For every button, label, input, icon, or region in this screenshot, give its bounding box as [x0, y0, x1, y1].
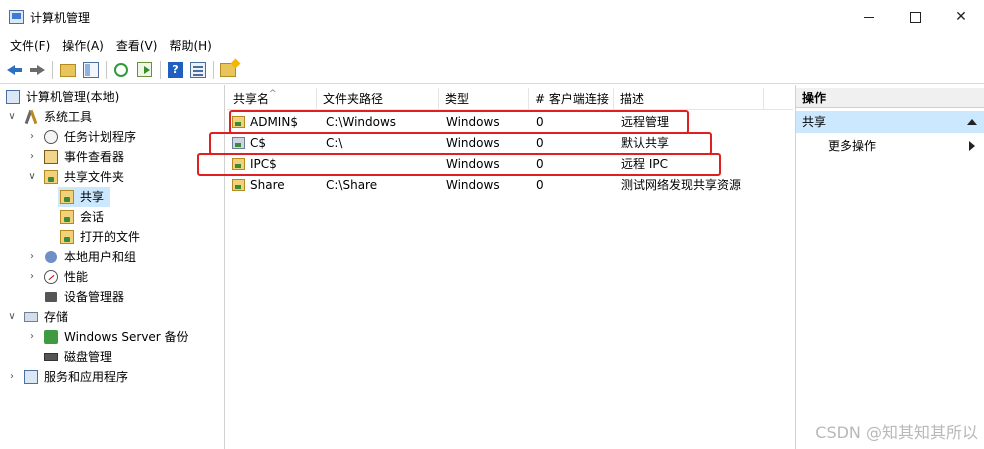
tree-item-shared-folders[interactable]: ∨ 共享文件夹 [4, 167, 219, 187]
list-header: 共享名 ^ 文件夹路径 类型 # 客户端连接 描述 [227, 88, 793, 110]
chevron-down-icon[interactable]: ∨ [26, 167, 38, 187]
chevron-right-icon[interactable]: › [26, 127, 38, 147]
sort-ascending-icon: ^ [269, 89, 277, 99]
title-bar: 计算机管理 ✕ [0, 0, 984, 34]
tree-item-device-manager[interactable]: 设备管理器 [4, 287, 219, 307]
services-icon [24, 370, 38, 384]
shared-folder-icon [44, 170, 58, 184]
share-name: Share [250, 178, 285, 192]
chevron-right-icon[interactable]: › [26, 147, 38, 167]
chevron-right-icon[interactable]: › [26, 327, 38, 347]
column-client-connections[interactable]: # 客户端连接 [529, 88, 614, 110]
computer-icon [6, 90, 20, 104]
tree-item-system-tools[interactable]: ∨ 系统工具 [4, 107, 219, 127]
computer-management-icon [9, 10, 24, 24]
tree-item-sessions[interactable]: 会话 [58, 207, 208, 227]
shares-list: 共享名 ^ 文件夹路径 类型 # 客户端连接 描述 ADMIN$ C:\Wind… [197, 85, 793, 449]
tree-item-disk-management[interactable]: 磁盘管理 [4, 347, 219, 367]
chevron-down-icon[interactable]: ∨ [6, 107, 18, 127]
chevron-right-icon[interactable]: › [26, 247, 38, 267]
tree-item-services-applications[interactable]: › 服务和应用程序 [4, 367, 219, 387]
export-list-icon[interactable] [137, 62, 152, 77]
menu-file[interactable]: 文件(F) [4, 34, 56, 56]
help-icon[interactable]: ? [168, 62, 183, 78]
show-hide-tree-icon[interactable] [83, 62, 99, 78]
highlight-box-ipc [197, 153, 721, 176]
event-viewer-icon [44, 150, 58, 164]
refresh-icon[interactable] [114, 63, 128, 77]
column-folder-path[interactable]: 文件夹路径 [317, 88, 439, 110]
back-arrow-icon[interactable] [5, 60, 25, 80]
toolbar-separator [106, 61, 107, 79]
share-description: 测试网络发现共享资源 [621, 178, 742, 192]
share-icon [60, 190, 74, 204]
tree-item-windows-server-backup[interactable]: › Windows Server 备份 [4, 327, 219, 347]
chevron-right-icon[interactable]: › [26, 267, 38, 287]
toolbar-separator [213, 61, 214, 79]
tree-item-storage[interactable]: ∨ 存储 [4, 307, 219, 327]
window-title: 计算机管理 [30, 11, 91, 25]
tree-item-event-viewer[interactable]: › 事件查看器 [4, 147, 219, 167]
actions-pane: 操作 共享 更多操作 [795, 85, 984, 449]
forward-arrow-icon[interactable] [27, 60, 47, 80]
chevron-down-icon[interactable]: ∨ [6, 307, 18, 327]
toolbar-separator [52, 61, 53, 79]
share-type: Windows [446, 178, 500, 192]
menu-action[interactable]: 操作(A) [56, 34, 110, 56]
disk-management-icon [44, 353, 58, 361]
highlight-box-c-drive [209, 132, 712, 155]
users-icon [45, 251, 57, 263]
properties-icon[interactable] [190, 62, 206, 78]
toolbar-separator [160, 61, 161, 79]
up-level-icon[interactable] [60, 64, 76, 77]
menu-bar: 文件(F) 操作(A) 查看(V) 帮助(H) [0, 34, 984, 56]
watermark: CSDN @知其知其所以 [815, 423, 978, 442]
performance-icon [44, 270, 58, 284]
maximize-button[interactable] [892, 0, 938, 34]
device-manager-icon [45, 292, 57, 302]
sessions-icon [60, 210, 74, 224]
chevron-right-icon[interactable]: › [6, 367, 18, 387]
clock-icon [44, 130, 58, 144]
submenu-arrow-icon [969, 141, 975, 151]
menu-help[interactable]: 帮助(H) [163, 34, 217, 56]
minimize-button[interactable] [846, 0, 892, 34]
toolbar: ? [0, 56, 984, 84]
new-share-icon[interactable] [220, 63, 236, 77]
close-button[interactable]: ✕ [938, 0, 984, 34]
console-tree: 计算机管理(本地) ∨ 系统工具 › 任务计划程序 › 事件查看器 ∨ 共享文件… [0, 85, 225, 449]
column-description[interactable]: 描述 [614, 88, 764, 110]
open-files-icon [60, 230, 74, 244]
actions-header: 操作 [796, 88, 984, 108]
actions-section-shares[interactable]: 共享 [796, 111, 984, 133]
column-type[interactable]: 类型 [439, 88, 529, 110]
tree-item-shares[interactable]: 共享 [58, 187, 110, 207]
column-share-name[interactable]: 共享名 ^ [227, 88, 317, 110]
backup-icon [44, 330, 58, 344]
tools-icon [24, 110, 38, 124]
storage-icon [24, 312, 38, 322]
menu-view[interactable]: 查看(V) [110, 34, 164, 56]
folder-path: C:\Share [326, 178, 378, 192]
client-count: 0 [536, 178, 544, 192]
tree-item-performance[interactable]: › 性能 [4, 267, 219, 287]
more-actions-item[interactable]: 更多操作 [796, 135, 984, 157]
tree-item-open-files[interactable]: 打开的文件 [58, 227, 208, 247]
table-row[interactable]: Share C:\Share Windows 0 测试网络发现共享资源 [227, 175, 767, 196]
tree-item-root[interactable]: 计算机管理(本地) [4, 87, 219, 107]
tree-item-task-scheduler[interactable]: › 任务计划程序 [4, 127, 219, 147]
collapse-up-icon[interactable] [967, 119, 977, 125]
share-folder-icon [232, 179, 245, 191]
highlight-box-admin [229, 110, 689, 134]
tree-item-local-users[interactable]: › 本地用户和组 [4, 247, 219, 267]
